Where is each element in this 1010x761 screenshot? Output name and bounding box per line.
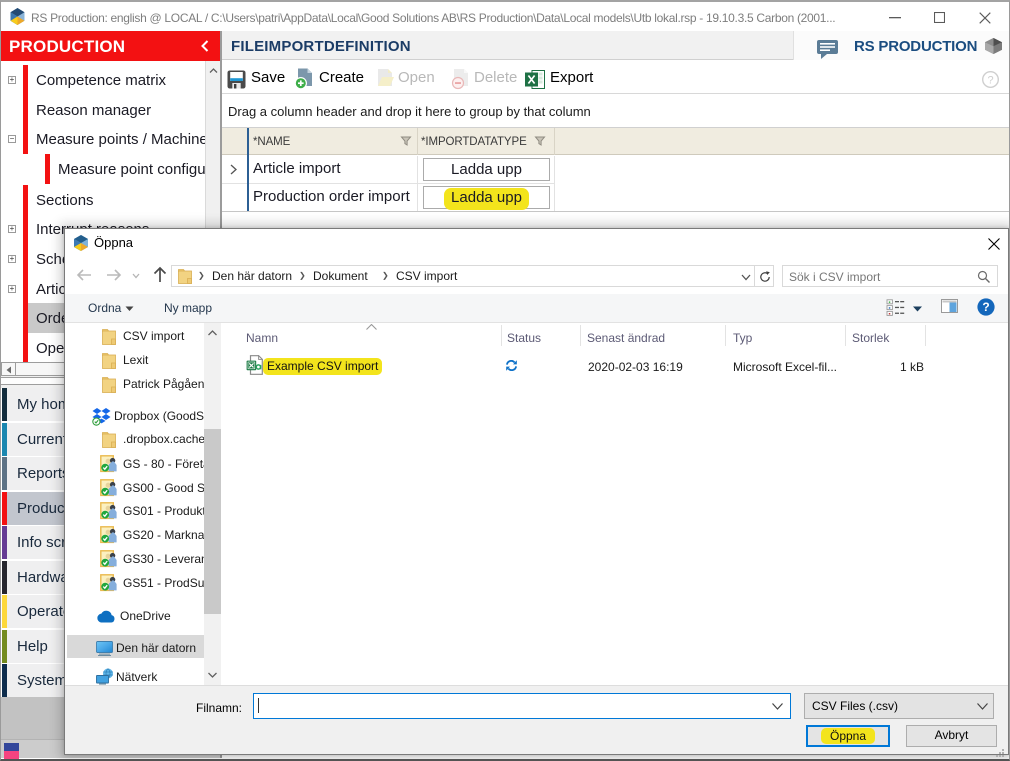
svg-text:?: ? bbox=[982, 300, 989, 314]
svg-text:?: ? bbox=[987, 75, 993, 87]
